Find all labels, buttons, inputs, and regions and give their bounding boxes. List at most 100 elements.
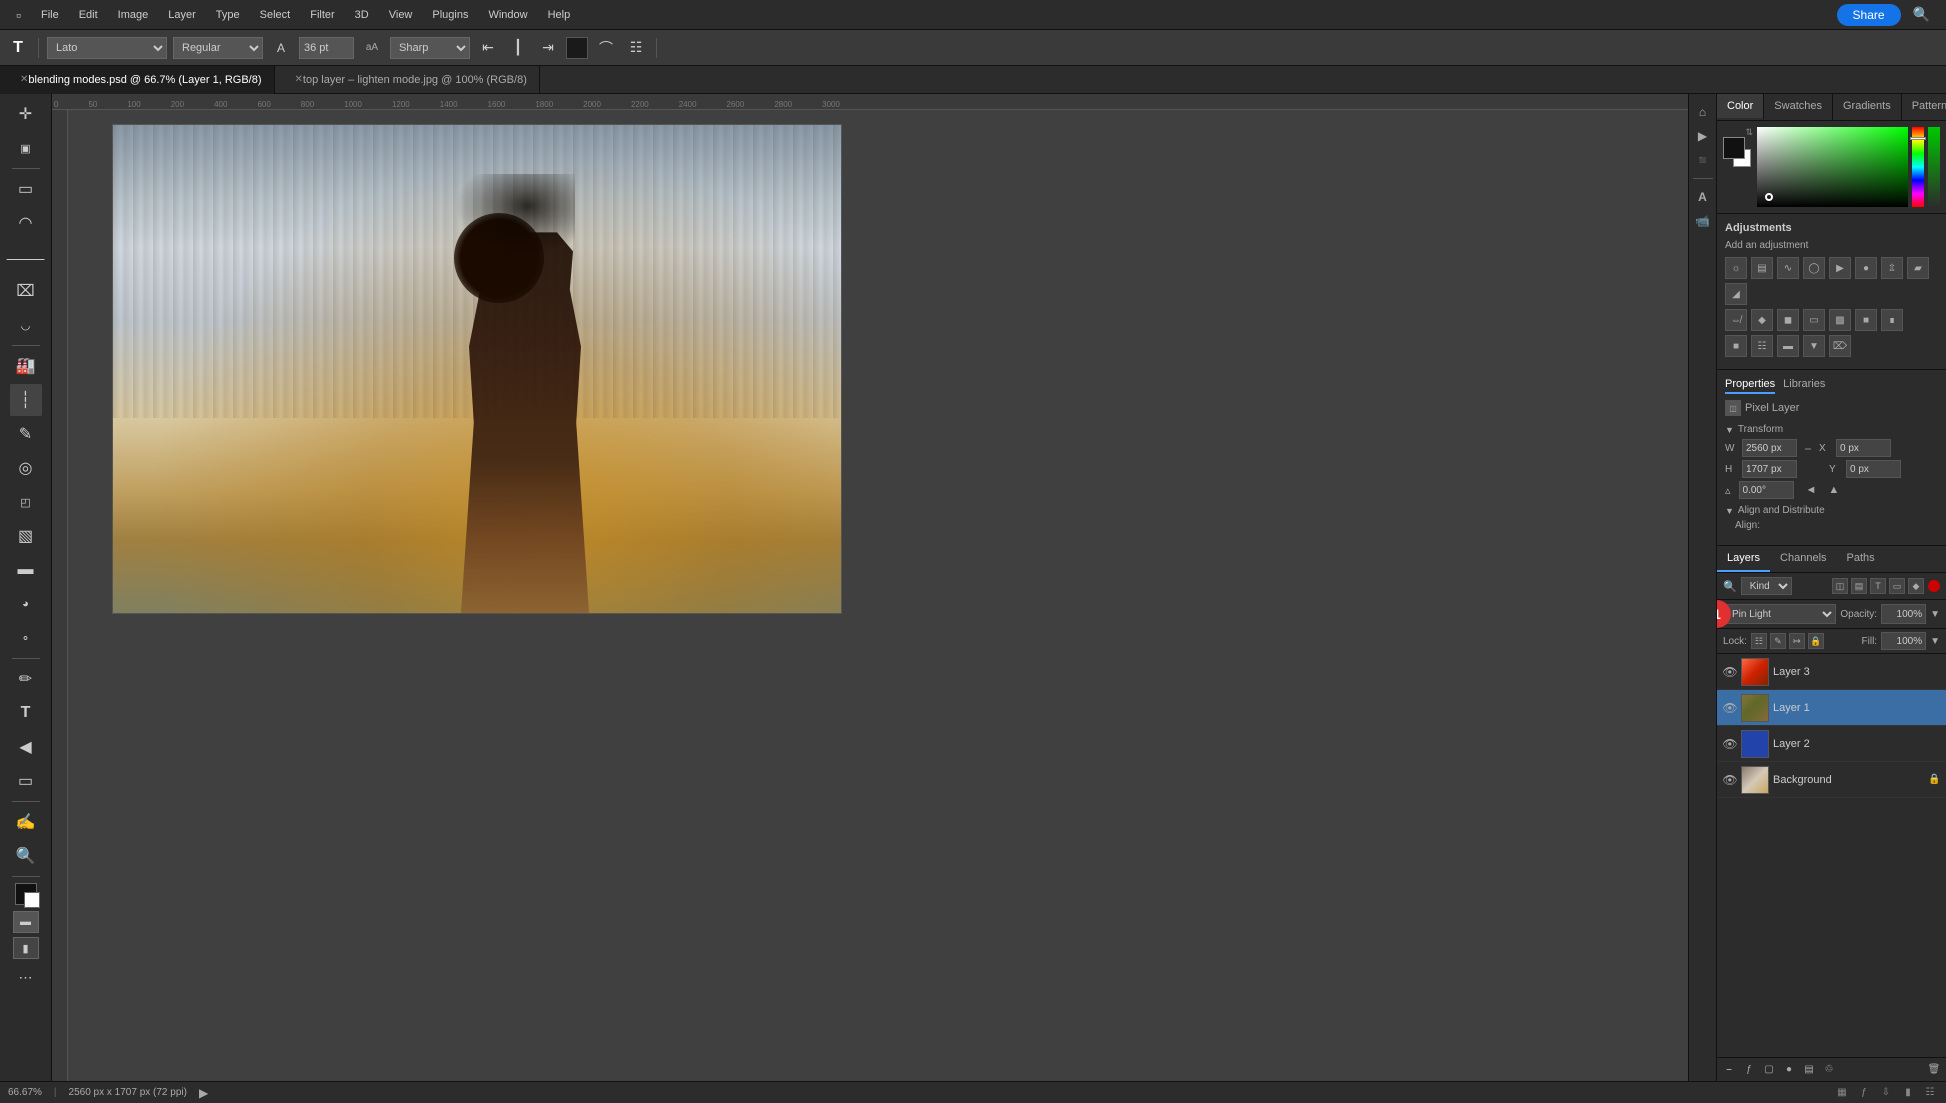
status-download-icon[interactable]: ⇩ [1878, 1085, 1894, 1101]
crop-tool[interactable]: ⌧ [10, 275, 42, 307]
menu-file[interactable]: File [33, 7, 67, 23]
dodge-tool[interactable]: ⚬ [10, 622, 42, 654]
layer-item-layer1[interactable]: 👁 Layer 1 [1717, 690, 1946, 726]
blur-tool[interactable]: ◕ [10, 588, 42, 620]
adj-photo-filter-icon[interactable]: ◢ [1725, 283, 1747, 305]
opacity-input[interactable] [1881, 604, 1926, 624]
background-visibility-icon[interactable]: 👁 [1723, 773, 1737, 787]
text-warp-icon[interactable]: ⌒ [594, 36, 618, 60]
angle-input[interactable] [1739, 481, 1794, 499]
status-doc-icon[interactable]: ☷ [1922, 1085, 1938, 1101]
adj-pattern-icon[interactable]: ☷ [1751, 335, 1773, 357]
lasso-tool[interactable]: ◠ [10, 207, 42, 239]
tab-layers[interactable]: Layers [1717, 546, 1770, 572]
canvas-document[interactable] [112, 124, 842, 614]
clone-tool[interactable]: ◎ [10, 452, 42, 484]
new-adjustment-icon[interactable]: ● [1781, 1062, 1797, 1078]
font-family-select[interactable]: Lato [47, 37, 167, 59]
panel-icon-home[interactable]: ⌂ [1693, 102, 1713, 122]
tab-gradients[interactable]: Gradients [1833, 94, 1902, 120]
link-layers-icon[interactable]: ⎯ [1721, 1062, 1737, 1078]
transform-title[interactable]: ▼ Transform [1725, 424, 1938, 435]
gradient-tool[interactable]: ▬ [10, 554, 42, 586]
flip-v-icon[interactable]: ▲ [1828, 484, 1839, 496]
adj-exposure-icon[interactable]: ◯ [1803, 257, 1825, 279]
history-brush-tool[interactable]: ◰ [10, 486, 42, 518]
fill-input[interactable] [1881, 632, 1926, 650]
status-fx-icon[interactable]: ƒ [1856, 1085, 1872, 1101]
adj-brightness-icon[interactable]: ☼ [1725, 257, 1747, 279]
adj-hsl-icon[interactable]: ● [1855, 257, 1877, 279]
adj-posterize-icon[interactable]: ▭ [1803, 309, 1825, 331]
layer-item-background[interactable]: 👁 Background 🔒 [1717, 762, 1946, 798]
quick-select-tool[interactable]: ⸻ [10, 241, 42, 273]
move-tool[interactable]: ✛ [10, 98, 42, 130]
adj-invert-icon[interactable]: ◼ [1777, 309, 1799, 331]
x-input[interactable] [1836, 439, 1891, 457]
filter-smartobj-icon[interactable]: ◆ [1908, 578, 1924, 594]
adj-curves-icon[interactable]: ∿ [1777, 257, 1799, 279]
tab-color[interactable]: Color [1717, 94, 1764, 120]
adj-colorbalance-icon[interactable]: ⇫ [1881, 257, 1903, 279]
menu-image[interactable]: Image [110, 7, 157, 23]
tab-top-layer[interactable]: ✕ top layer – lighten mode.jpg @ 100% (R… [275, 66, 540, 94]
text-color-swatch[interactable] [566, 37, 588, 59]
menu-help[interactable]: Help [540, 7, 579, 23]
menu-window[interactable]: Window [480, 7, 535, 23]
adj-colorlookup-icon[interactable]: ◆ [1751, 309, 1773, 331]
menu-type[interactable]: Type [208, 7, 248, 23]
heal-tool[interactable]: ┆ [10, 384, 42, 416]
delete-layer-icon[interactable]: 🗑 [1926, 1062, 1942, 1078]
char-panel-icon[interactable]: ☷ [624, 36, 648, 60]
path-select-tool[interactable]: ◀ [10, 731, 42, 763]
layer1-visibility-icon[interactable]: 👁 [1723, 701, 1737, 715]
search-icon[interactable]: 🔍 [1905, 4, 1938, 25]
anti-alias-select[interactable]: Sharp [390, 37, 470, 59]
tab-swatches[interactable]: Swatches [1764, 94, 1833, 120]
opacity-arrow[interactable]: ▼ [1930, 609, 1940, 620]
status-info-arrow[interactable]: ▶ [199, 1086, 208, 1100]
filter-pixel-icon[interactable]: ◫ [1832, 578, 1848, 594]
filter-type-icon[interactable]: T [1870, 578, 1886, 594]
more-tools[interactable]: ⋯ [10, 961, 42, 993]
eyedropper-tool[interactable]: 🏭 [10, 350, 42, 382]
screen-mode-button[interactable]: ▮ [13, 937, 39, 959]
menu-plugins[interactable]: Plugins [424, 7, 476, 23]
type-tool[interactable]: T [10, 697, 42, 729]
swap-colors-icon[interactable]: ⇅ [1745, 127, 1753, 138]
tab-blending-modes[interactable]: ✕ blending modes.psd @ 66.7% (Layer 1, R… [0, 66, 275, 94]
link-wh-icon[interactable]: ⎯ [1805, 441, 1811, 456]
panel-icon-fx[interactable]: 📹 [1693, 211, 1713, 231]
new-layer-icon[interactable]: ♲ [1821, 1062, 1837, 1078]
pen-tool[interactable]: ✏ [10, 663, 42, 695]
menu-layer[interactable]: Layer [160, 7, 204, 23]
width-input[interactable] [1742, 439, 1797, 457]
adj-grid-icon[interactable]: ⌦ [1829, 335, 1851, 357]
quick-mask-button[interactable]: ▬ [13, 911, 39, 933]
align-center-icon[interactable]: ┃ [506, 36, 530, 60]
add-style-icon[interactable]: ƒ [1741, 1062, 1757, 1078]
background-color[interactable] [24, 892, 40, 908]
adj-channelmixer-icon[interactable]: ⇎ [1725, 309, 1747, 331]
share-button[interactable]: Share [1837, 4, 1901, 26]
brush-tool[interactable]: ✎ [10, 418, 42, 450]
tab-close-btn-1[interactable]: ✕ [20, 74, 28, 85]
adj-solidcolor-icon[interactable]: ■ [1725, 335, 1747, 357]
eraser-tool[interactable]: ▧ [10, 520, 42, 552]
adj-vibrance-icon[interactable]: ▶ [1829, 257, 1851, 279]
foreground-swatch[interactable] [1723, 137, 1745, 159]
lock-all-icon[interactable]: 🔒 [1808, 633, 1824, 649]
filter-shape-icon[interactable]: ▭ [1889, 578, 1905, 594]
tab-channels[interactable]: Channels [1770, 546, 1836, 572]
adj-gradient-icon[interactable]: ∎ [1881, 309, 1903, 331]
adj-levels-icon[interactable]: ▤ [1751, 257, 1773, 279]
tab-properties[interactable]: Properties [1725, 378, 1775, 394]
layer2-visibility-icon[interactable]: 👁 [1723, 737, 1737, 751]
y-input[interactable] [1846, 460, 1901, 478]
layer-item-layer2[interactable]: 👁 Layer 2 [1717, 726, 1946, 762]
layer3-visibility-icon[interactable]: 👁 [1723, 665, 1737, 679]
new-group-icon[interactable]: ▤ [1801, 1062, 1817, 1078]
font-style-select[interactable]: Regular [173, 37, 263, 59]
adj-grad2-icon[interactable]: ▬ [1777, 335, 1799, 357]
align-title[interactable]: ▼ Align and Distribute [1725, 505, 1938, 516]
